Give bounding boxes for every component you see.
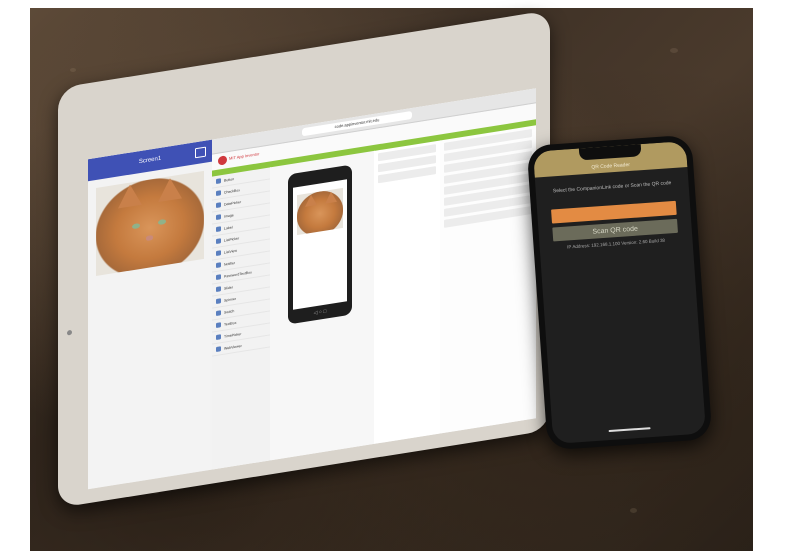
component-icon	[216, 226, 221, 232]
logo-text: MIT App Inventor	[229, 151, 260, 161]
table-texture	[670, 48, 678, 53]
palette-item-label: Label	[224, 224, 233, 231]
left-app-panel: Screen1	[88, 139, 213, 490]
table-texture	[70, 68, 76, 72]
component-icon	[216, 238, 221, 244]
components-panel	[374, 140, 441, 444]
palette-item-label: Spinner	[224, 296, 237, 303]
iphone-home-indicator[interactable]	[608, 427, 651, 433]
component-icon	[216, 310, 221, 316]
palette-item-label: ListPicker	[224, 235, 240, 243]
component-icon	[216, 346, 221, 352]
iphone-instructions: Select the CompanionLink code or Scan th…	[552, 180, 672, 195]
palette-item-label: DatePicker	[224, 199, 242, 207]
palette-item-label: Notifier	[224, 260, 236, 267]
ipad-device: Screen1 code.appinventor.mit.edu MIT App…	[58, 10, 550, 508]
iphone-device: QR Code Reader Select the CompanionLink …	[526, 134, 713, 451]
component-icon	[216, 274, 221, 280]
palette-item-label: TextBox	[224, 320, 237, 327]
palette-item-label: Image	[224, 212, 234, 219]
component-icon	[216, 250, 221, 256]
component-icon	[216, 202, 221, 208]
palette-item-label: CheckBox	[224, 187, 240, 195]
app-inventor-window: code.appinventor.mit.edu MIT App Invento…	[212, 88, 536, 470]
iphone-screen: QR Code Reader Select the CompanionLink …	[532, 141, 707, 444]
component-icon	[216, 190, 221, 196]
viewer-panel: ◁ ○ □	[270, 150, 375, 461]
palette-item-label: Switch	[224, 308, 235, 315]
palette-item-label: WebViewer	[224, 343, 242, 351]
cat-nose	[146, 234, 153, 242]
palette-item-label: Button	[224, 176, 235, 183]
cat-eye	[132, 223, 140, 230]
phone-preview: ◁ ○ □	[288, 164, 352, 325]
component-icon	[216, 214, 221, 220]
palette-item-label: TimePicker	[224, 331, 242, 339]
palette-item-label: PasswordTextBox	[224, 269, 252, 279]
ipad-home-dot	[67, 329, 72, 336]
cat-ear	[325, 190, 337, 204]
component-icon	[216, 286, 221, 292]
component-icon	[216, 298, 221, 304]
cat-eye	[158, 218, 166, 226]
left-app-title: Screen1	[138, 155, 162, 166]
ipad-screen: Screen1 code.appinventor.mit.edu MIT App…	[88, 88, 536, 490]
cat-ear	[118, 182, 142, 209]
cat-image	[96, 170, 204, 276]
cat-image-preview	[297, 187, 343, 236]
palette-list: Button CheckBox DatePicker Image Label ListPi…	[212, 167, 270, 357]
cat-ear	[158, 176, 182, 203]
window-icon[interactable]	[195, 146, 206, 159]
palette-panel: Button CheckBox DatePicker Image Label ListPi…	[212, 167, 271, 470]
component-icon	[216, 262, 221, 268]
table-texture	[630, 508, 637, 513]
mit-logo-icon	[218, 155, 227, 166]
component-icon	[216, 178, 221, 184]
component-icon	[216, 322, 221, 328]
palette-item-label: ListView	[224, 248, 237, 255]
component-icon	[216, 334, 221, 340]
cat-ear	[305, 193, 317, 207]
palette-item-label: Slider	[224, 284, 233, 291]
properties-panel	[440, 125, 536, 434]
phone-preview-screen	[293, 179, 347, 310]
